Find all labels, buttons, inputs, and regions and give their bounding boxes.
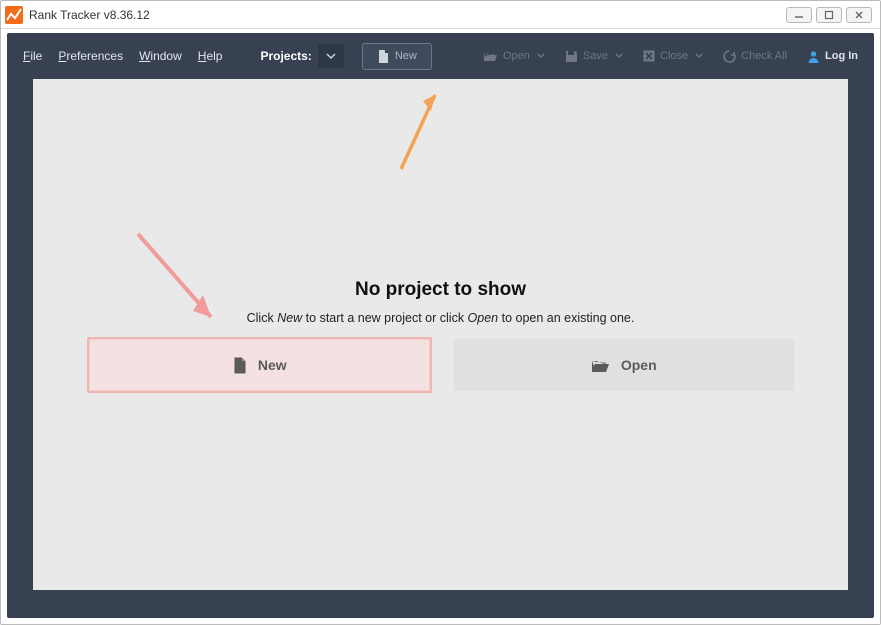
open-project-button[interactable]: Open xyxy=(454,339,795,391)
empty-subtitle: Click New to start a new project or clic… xyxy=(33,311,848,325)
chevron-down-icon xyxy=(695,53,703,59)
empty-state-buttons: New Open xyxy=(87,339,794,393)
window-maximize-button[interactable] xyxy=(816,7,842,23)
menubar: File Preferences Window Help Projects: N… xyxy=(7,33,874,79)
chevron-down-icon xyxy=(615,53,623,59)
toolbar-save-button: Save xyxy=(557,44,631,69)
empty-state: No project to show Click New to start a … xyxy=(33,279,848,325)
annotation-arrow-orange xyxy=(383,77,453,177)
chevron-down-icon xyxy=(326,52,336,60)
window-close-button[interactable] xyxy=(846,7,872,23)
projects-label: Projects: xyxy=(260,49,311,63)
app-frame: File Preferences Window Help Projects: N… xyxy=(7,33,874,618)
projects-dropdown[interactable] xyxy=(318,44,344,68)
window-minimize-button[interactable] xyxy=(786,7,812,23)
toolbar-checkall-button: Check All xyxy=(715,44,795,69)
file-icon xyxy=(377,49,390,64)
save-icon xyxy=(565,50,578,63)
content-area: No project to show Click New to start a … xyxy=(33,79,848,590)
close-square-icon xyxy=(643,50,655,62)
empty-title: No project to show xyxy=(33,279,848,301)
file-icon xyxy=(232,356,248,375)
chevron-down-icon xyxy=(537,53,545,59)
app-shell: File Preferences Window Help Projects: N… xyxy=(1,29,880,624)
toolbar-login-label: Log In xyxy=(825,50,858,62)
window-title: Rank Tracker v8.36.12 xyxy=(29,8,150,22)
new-project-button[interactable]: New xyxy=(87,337,432,393)
menu-preferences[interactable]: Preferences xyxy=(50,43,131,69)
toolbar-open-label: Open xyxy=(503,50,530,62)
menu-help[interactable]: Help xyxy=(190,43,231,69)
toolbar-login-button[interactable]: Log In xyxy=(799,44,866,69)
refresh-icon xyxy=(723,50,736,63)
open-project-label: Open xyxy=(621,357,657,373)
new-project-label: New xyxy=(258,357,287,373)
toolbar-close-label: Close xyxy=(660,50,688,62)
window-titlebar: Rank Tracker v8.36.12 xyxy=(1,1,880,29)
toolbar-open-button[interactable]: Open xyxy=(475,44,553,68)
folder-open-icon xyxy=(483,50,498,62)
menu-file[interactable]: File xyxy=(15,43,50,69)
toolbar-close-button: Close xyxy=(635,44,711,68)
app-icon xyxy=(5,6,23,24)
user-icon xyxy=(807,50,820,63)
toolbar-save-label: Save xyxy=(583,50,608,62)
menu-window[interactable]: Window xyxy=(131,43,190,69)
toolbar-new-button[interactable]: New xyxy=(362,43,432,70)
folder-open-icon xyxy=(591,358,611,373)
toolbar-new-label: New xyxy=(395,50,417,62)
toolbar-checkall-label: Check All xyxy=(741,50,787,62)
